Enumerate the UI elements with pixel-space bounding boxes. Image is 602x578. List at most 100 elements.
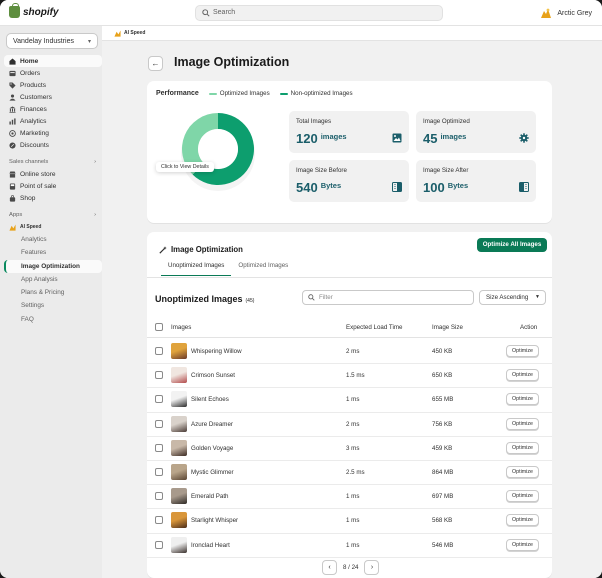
top-bar: shopify Search Arctic Grey: [0, 0, 602, 26]
chart-icon: [9, 117, 16, 125]
sidebar-subitem-plans-pricing[interactable]: Plans & Pricing: [4, 286, 102, 299]
sidebar-subitem-app-analysis[interactable]: App Analysis: [4, 273, 102, 286]
table-row: Ironclad Heart 1 ms 546 MB Optimize: [147, 534, 552, 558]
sidebar-item-shop[interactable]: Shop: [4, 192, 102, 204]
row-checkbox[interactable]: [155, 540, 163, 549]
image-size: 655 MB: [432, 396, 454, 404]
image-size: 650 KB: [432, 372, 453, 380]
performance-title: Performance: [156, 90, 199, 97]
optimize-button[interactable]: Optimize: [506, 465, 539, 478]
sidebar-item-discounts[interactable]: Discounts: [4, 139, 102, 151]
app-logo-icon: [9, 223, 16, 231]
image-thumbnail: [171, 343, 187, 359]
bag-icon: [9, 194, 16, 202]
load-time: 2 ms: [346, 420, 360, 428]
sales-channels-header[interactable]: Sales channels ›: [4, 156, 102, 168]
sidebar-subitem-image-optimization[interactable]: Image Optimization: [4, 259, 102, 273]
image-thumbnail: [171, 536, 187, 553]
optimize-button[interactable]: Optimize: [506, 345, 539, 357]
section-label: Apps: [9, 212, 23, 218]
sidebar-item-orders[interactable]: Orders: [4, 67, 102, 79]
tab-optimized[interactable]: Optimized Images: [231, 262, 295, 276]
image-name: Emerald Path: [191, 493, 229, 501]
row-checkbox[interactable]: [155, 443, 163, 452]
table-row: Golden Voyage 3 ms 459 KB Optimize: [147, 437, 552, 461]
sidebar-item-point-of-sale[interactable]: Point of sale: [4, 180, 102, 192]
sort-select[interactable]: Size Ascending ▼: [479, 290, 546, 305]
row-checkbox[interactable]: [155, 492, 163, 501]
image-size: 450 KB: [432, 348, 453, 355]
pagination: ‹ 8 / 24 ›: [322, 560, 380, 575]
sidebar-subitem-analytics[interactable]: Analytics: [4, 233, 102, 246]
bank-icon: [9, 105, 16, 113]
sidebar-item-app[interactable]: AI Speed: [4, 221, 102, 233]
sidebar-item-online-store[interactable]: Online store: [4, 168, 102, 180]
image-name: Mystic Glimmer: [191, 468, 234, 476]
search-icon: [308, 294, 315, 301]
optimize-button[interactable]: Optimize: [506, 369, 539, 382]
stat-label: Image Size Before: [296, 167, 347, 174]
legend-swatch: [208, 92, 217, 95]
legend-non-optimized: Non-optimized Images: [279, 90, 353, 97]
shopify-logo[interactable]: shopify: [9, 3, 59, 18]
table-title: Unoptimized Images (45): [155, 294, 254, 304]
sidebar-item-label: Shop: [20, 194, 36, 202]
select-all-checkbox[interactable]: [155, 323, 163, 331]
apps-header[interactable]: Apps ›: [4, 209, 102, 221]
row-checkbox[interactable]: [155, 347, 163, 355]
row-checkbox[interactable]: [155, 467, 163, 476]
load-time: 1.5 ms: [346, 372, 365, 380]
user-menu[interactable]: Arctic Grey: [540, 7, 592, 19]
store-selector[interactable]: Vandelay Industries ▾: [6, 33, 98, 49]
image-name: Silent Echoes: [191, 396, 229, 404]
table-row: Emerald Path 1 ms 697 MB Optimize: [147, 485, 552, 510]
filter-input[interactable]: Filter: [302, 290, 474, 305]
sidebar-item-customers[interactable]: Customers: [4, 91, 102, 103]
shopify-bag-icon: [9, 3, 20, 18]
sidebar-item-finances[interactable]: Finances: [4, 103, 102, 115]
optimize-button[interactable]: Optimize: [506, 538, 539, 551]
previous-page-button[interactable]: ‹: [322, 560, 337, 575]
tab-unoptimized[interactable]: Unoptimized Images: [161, 262, 232, 276]
load-time: 3 ms: [346, 444, 360, 452]
optimize-button[interactable]: Optimize: [506, 393, 539, 406]
image-size: 568 KB: [432, 517, 453, 525]
optimize-button[interactable]: Optimize: [506, 514, 539, 527]
search-input[interactable]: Search: [195, 5, 443, 21]
stat-value: 45 images: [423, 131, 466, 146]
sidebar-item-home[interactable]: Home: [4, 55, 102, 67]
next-page-button[interactable]: ›: [364, 560, 380, 575]
sidebar-subitem-settings[interactable]: Settings: [4, 299, 102, 312]
back-button[interactable]: ←: [148, 56, 163, 71]
optimize-button[interactable]: Optimize: [506, 417, 539, 430]
performance-donut-chart[interactable]: [173, 109, 263, 199]
sidebar-subitem-faq[interactable]: FAQ: [4, 313, 102, 326]
sidebar-item-label: Point of sale: [20, 182, 57, 190]
row-checkbox[interactable]: [155, 419, 163, 428]
column-size: Image Size: [432, 324, 463, 331]
row-checkbox[interactable]: [155, 395, 163, 404]
row-checkbox[interactable]: [155, 516, 163, 525]
table-row: Whispering Willow 2 ms 450 KB Optimize: [147, 340, 552, 365]
sidebar-item-label: Customers: [20, 93, 52, 101]
brand-name: shopify: [23, 6, 59, 18]
stat-total-images: Total Images 120 images: [289, 111, 409, 153]
optimization-header: Image Optimization: [159, 245, 243, 254]
performance-card: Performance Optimized Images Non-optimiz…: [147, 81, 552, 223]
sidebar-subitem-features[interactable]: Features: [4, 246, 102, 259]
sidebar-item-marketing[interactable]: Marketing: [4, 127, 102, 139]
row-checkbox[interactable]: [155, 371, 163, 380]
chevron-right-icon: ›: [94, 212, 96, 218]
column-action: Action: [520, 324, 538, 331]
load-time: 1 ms: [346, 493, 360, 501]
image-thumbnail: [171, 391, 187, 408]
table-row: Azure Dreamer 2 ms 756 KB Optimize: [147, 413, 552, 437]
sidebar-item-products[interactable]: Products: [4, 79, 102, 91]
optimize-all-button[interactable]: Optimize All Images: [477, 238, 547, 252]
sidebar-item-label: Marketing: [20, 129, 49, 137]
stat-label: Image Optimized: [423, 118, 470, 125]
optimize-button[interactable]: Optimize: [506, 490, 539, 503]
sidebar-item-analytics[interactable]: Analytics: [4, 115, 102, 127]
image-optimization-card: Image Optimization Optimize All Images U…: [147, 232, 552, 578]
optimize-button[interactable]: Optimize: [506, 441, 539, 454]
